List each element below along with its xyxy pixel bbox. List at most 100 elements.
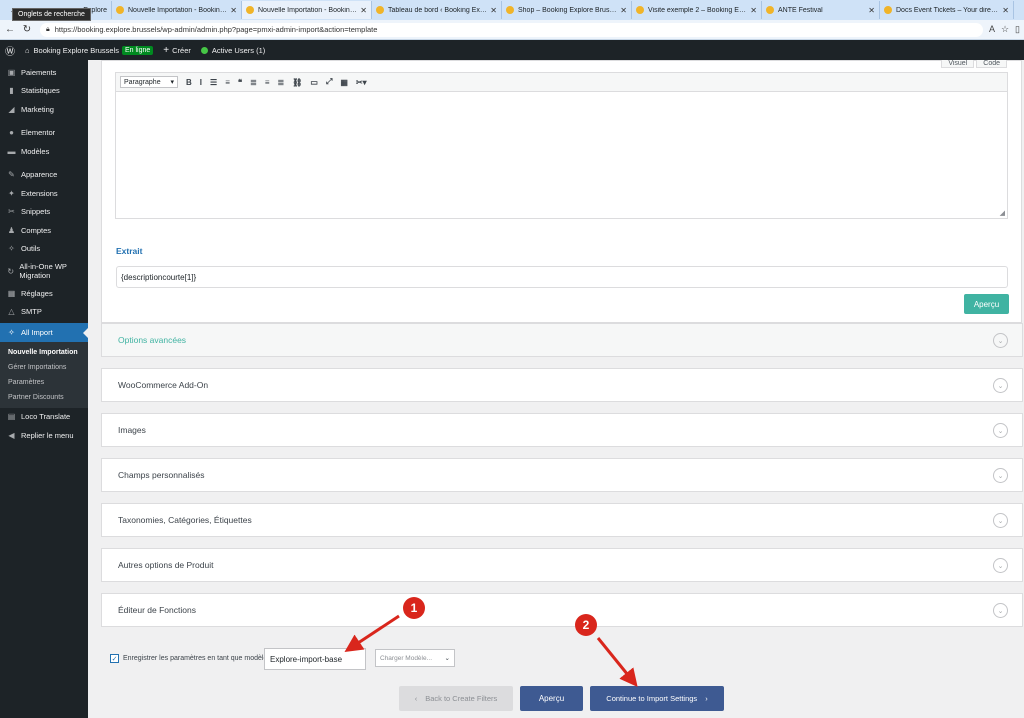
split-screen-icon[interactable]: ▯ — [1015, 24, 1020, 35]
read-aloud-icon[interactable]: A — [989, 24, 995, 35]
wrench-icon: ✧ — [8, 244, 15, 254]
tab-title: ANTE Festival — [778, 6, 823, 14]
quote-button[interactable]: ❝ — [238, 78, 242, 87]
sidebar-item-snippets[interactable]: ✂ Snippets — [0, 203, 88, 222]
close-icon[interactable]: ✕ — [620, 6, 627, 15]
browser-tab[interactable]: Docs Event Tickets – Your direct so ✕ — [880, 1, 1014, 19]
submenu-item[interactable]: Gérer Importations — [0, 360, 88, 375]
sidebar-item-elementor[interactable]: ● Elementor — [0, 124, 88, 143]
align-center-button[interactable]: ≡ — [265, 78, 270, 87]
address-bar: ← ↻ 🔒︎ https://booking.explore.brussels/… — [0, 20, 1024, 40]
close-icon[interactable]: ✕ — [230, 6, 237, 15]
sidebar-item-label: Extensions — [21, 188, 58, 198]
section-title: Champs personnalisés — [118, 470, 205, 480]
favorite-star-icon[interactable]: ☆ — [1001, 24, 1009, 35]
chevron-down-icon[interactable]: ⌄ — [993, 378, 1008, 393]
accordion-section[interactable]: Images ⌄ — [101, 413, 1023, 447]
align-left-button[interactable]: ≣ — [250, 78, 257, 87]
accordion-section[interactable]: Autres options de Produit ⌄ — [101, 548, 1023, 582]
browser-tab[interactable]: Nouvelle Importation - Booking Ex ✕ — [112, 1, 242, 19]
sidebar-item-smtp[interactable]: △ SMTP — [0, 303, 88, 322]
content-panel: Visuel Code Paragraphe ▾ B I ☰ ≡ ❝ ≣ ≡ ≣ ⛓ ▭ ⤢ ▦ ✂▾ … — [101, 60, 1022, 323]
smtp-icon: △ — [8, 307, 15, 317]
wordpress-logo-icon[interactable]: Ⓦ — [0, 43, 20, 58]
extrait-input[interactable]: {descriptioncourte[1]} — [116, 266, 1008, 288]
italic-button[interactable]: I — [200, 78, 202, 87]
preview-button[interactable]: Aperçu — [520, 686, 583, 711]
sidebar-item-paiements[interactable]: ▣ Paiements — [0, 63, 88, 82]
user-icon: ♟ — [7, 225, 16, 235]
extrait-preview-button[interactable]: Aperçu — [964, 294, 1009, 314]
browser-tab[interactable]: Nouvelle Importation - Booking Ex ✕ — [242, 1, 372, 19]
more-options-button[interactable]: ✂▾ — [356, 78, 367, 87]
sidebar-item-outils[interactable]: ✧ Outils — [0, 240, 88, 259]
sidebar-item-all-in-one-wp-migration[interactable]: ↻ All-in-One WP Migration — [0, 258, 88, 284]
format-select[interactable]: Paragraphe ▾ — [120, 76, 178, 88]
sidebar-item-marketing[interactable]: ◢ Marketing — [0, 100, 88, 119]
url-field[interactable]: 🔒︎ https://booking.explore.brussels/wp-a… — [40, 22, 983, 37]
sidebar-item-loco-translate[interactable]: ▤ Loco Translate — [0, 408, 88, 427]
back-to-filters-button[interactable]: ‹ Back to Create Filters — [399, 686, 513, 711]
submenu-item[interactable]: Paramètres — [0, 375, 88, 390]
browser-tab[interactable]: Visite exemple 2 – Booking Explor ✕ — [632, 1, 762, 19]
chevron-down-icon[interactable]: ⌄ — [993, 603, 1008, 618]
sidebar-item-extensions[interactable]: ✦ Extensions — [0, 184, 88, 203]
bold-button[interactable]: B — [186, 78, 192, 87]
chevron-down-icon[interactable]: ⌄ — [993, 333, 1008, 348]
accordion-section[interactable]: Taxonomies, Catégories, Étiquettes ⌄ — [101, 503, 1023, 537]
chevron-down-icon[interactable]: ⌄ — [993, 423, 1008, 438]
read-more-button[interactable]: ▭ — [310, 78, 318, 87]
tab-visual[interactable]: Visuel — [941, 60, 975, 68]
sidebar-item-mod-les[interactable]: ▬ Modèles — [0, 142, 88, 161]
submenu-item[interactable]: Partner Discounts — [0, 390, 88, 405]
bullet-list-button[interactable]: ☰ — [210, 78, 217, 87]
back-arrow-icon[interactable]: ← — [3, 24, 17, 35]
browser-tab[interactable]: Shop – Booking Explore Brussels ✕ — [502, 1, 632, 19]
load-template-select[interactable]: Charger Modèle... ⌄ — [375, 649, 455, 667]
site-name-link[interactable]: ⌂ Booking Explore Brussels En ligne — [20, 40, 158, 60]
close-icon[interactable]: ✕ — [490, 6, 497, 15]
sidebar-item-r-glages[interactable]: ▦ Réglages — [0, 284, 88, 303]
accordion-section[interactable]: WooCommerce Add-On ⌄ — [101, 368, 1023, 402]
sidebar-item-label: Outils — [21, 244, 41, 254]
toolbar-toggle-button[interactable]: ▦ — [340, 78, 348, 87]
sidebar-item-all-import[interactable]: ✧ All Import — [0, 323, 88, 342]
chevron-down-icon[interactable]: ⌄ — [993, 513, 1008, 528]
align-right-button[interactable]: ≣ — [278, 78, 285, 87]
template-name-input[interactable]: Explore-import-base — [264, 648, 366, 670]
sidebar-item-apparence[interactable]: ✎ Apparence — [0, 166, 88, 185]
accordion-section[interactable]: Champs personnalisés ⌄ — [101, 458, 1023, 492]
sidebar-item-statistiques[interactable]: ▮ Statistiques — [0, 82, 88, 101]
chevron-down-icon[interactable]: ⌄ — [993, 558, 1008, 573]
accordion-section[interactable]: Options avancées ⌄ — [101, 323, 1023, 357]
create-link[interactable]: + Créer — [158, 40, 196, 60]
content-editor[interactable]: ◢ — [115, 92, 1008, 219]
extrait-label: Extrait — [116, 246, 143, 256]
tab-title: Docs Event Tickets – Your direct so — [896, 6, 1000, 14]
chevron-down-icon[interactable]: ⌄ — [993, 468, 1008, 483]
active-users-link[interactable]: Active Users (1) — [196, 40, 270, 60]
close-icon[interactable]: ✕ — [1002, 6, 1009, 15]
sidebar-item-comptes[interactable]: ♟ Comptes — [0, 221, 88, 240]
reload-icon[interactable]: ↻ — [20, 24, 34, 35]
wp-admin-bar: Ⓦ ⌂ Booking Explore Brussels En ligne + … — [0, 40, 1024, 60]
translate-icon: ▤ — [7, 412, 16, 422]
numbered-list-button[interactable]: ≡ — [225, 78, 230, 87]
submenu-item[interactable]: Nouvelle Importation — [0, 345, 88, 360]
close-icon[interactable]: ✕ — [360, 6, 367, 15]
browser-tab[interactable]: Tableau de bord ‹ Booking Explore ✕ — [372, 1, 502, 19]
browser-tab[interactable]: ANTE Festival ✕ — [762, 1, 880, 19]
link-button[interactable]: ⛓ — [292, 78, 302, 87]
sidebar-item-replier-le-menu[interactable]: ◀ Replier le menu — [0, 426, 88, 445]
fullscreen-button[interactable]: ⤢ — [326, 77, 332, 87]
lock-icon: 🔒︎ — [46, 25, 50, 33]
accordion-section[interactable]: Éditeur de Fonctions ⌄ — [101, 593, 1023, 627]
close-icon[interactable]: ✕ — [868, 6, 875, 15]
save-template-checkbox[interactable]: ✓ — [110, 654, 119, 663]
resize-handle-icon[interactable]: ◢ — [1000, 209, 1005, 217]
continue-button[interactable]: Continue to Import Settings › — [590, 686, 724, 711]
chevron-down-icon: ⌄ — [444, 655, 450, 662]
sidebar-item-label: All Import — [21, 327, 53, 337]
close-icon[interactable]: ✕ — [750, 6, 757, 15]
tab-code[interactable]: Code — [976, 60, 1007, 68]
